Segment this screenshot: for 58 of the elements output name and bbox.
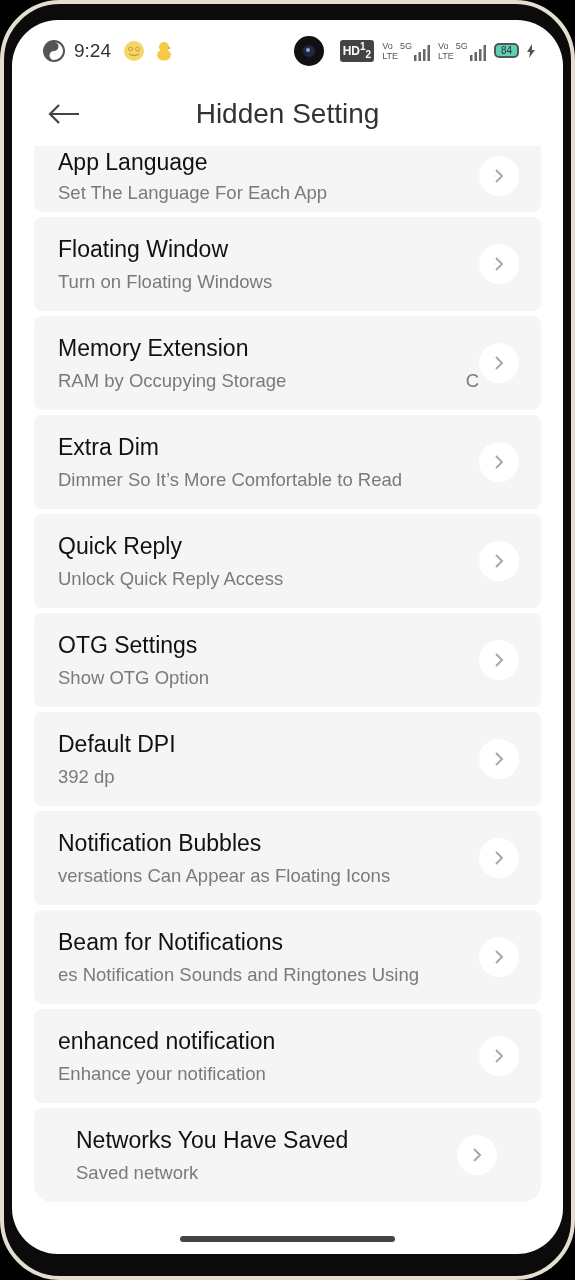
network-label: 5G (455, 41, 468, 51)
setting-description: Unlock Quick Reply Access (58, 567, 284, 590)
signal-icon (414, 45, 430, 61)
setting-title: OTG Settings (58, 631, 199, 659)
setting-description: C (465, 369, 479, 392)
setting-description: es Notification Sounds and Ringtones Using (58, 963, 419, 986)
battery-level: 84 (493, 43, 519, 59)
setting-description: Show OTG Option (58, 666, 210, 689)
setting-title: Quick Reply (58, 532, 183, 560)
setting-title: App Language (58, 148, 209, 176)
setting-description: Enhance your notification (58, 1062, 266, 1085)
setting-title: Networks You Have Saved (76, 1126, 350, 1154)
volte-label: Vo LTE (382, 41, 398, 61)
setting-item[interactable]: Floating Window Turn on Floating Windows (34, 217, 541, 311)
setting-description: Dimmer So It’s More Comfortable to Read (58, 468, 403, 491)
setting-description: 392 dp (58, 765, 115, 788)
setting-item[interactable]: Beam for Notifications es Notification Sounds and Ringtones Using (34, 910, 541, 1004)
network-label: 5G (400, 41, 412, 51)
chevron-icon (479, 1036, 519, 1076)
setting-item[interactable]: Memory Extension RAM by Occupying Storage C (34, 316, 541, 410)
back-arrow-icon[interactable] (48, 104, 80, 124)
chevron-icon (479, 156, 519, 196)
setting-title: enhanced notification (58, 1027, 277, 1055)
setting-title: Default DPI (58, 730, 177, 758)
setting-item[interactable]: Notification Bubbles versations Can Appear as Floating Icons (34, 811, 541, 905)
setting-description: versations Can Appear as Floating Icons (58, 864, 391, 887)
chevron-icon (479, 244, 519, 284)
chevron-icon (479, 838, 519, 878)
camera-icon (293, 36, 324, 66)
setting-title: Floating Window (58, 235, 230, 263)
status-time: 9:24 (74, 40, 111, 62)
setting-item[interactable]: Networks You Have Saved Saved network (34, 1108, 541, 1202)
setting-description: RAM by Occupying Storage (58, 369, 287, 392)
setting-title: Notification Bubbles (58, 829, 263, 857)
chevron-icon (479, 442, 519, 482)
signal-icon (469, 45, 486, 61)
chevron-icon (457, 1135, 497, 1175)
chevron-icon (479, 640, 519, 680)
setting-item[interactable]: Extra Dim Dimmer So It’s More Comfortable to Read (34, 415, 541, 509)
yin-yang-icon (42, 39, 66, 63)
setting-item[interactable]: Default DPI 392 dp (34, 712, 541, 806)
setting-item[interactable]: enhanced notification Enhance your notification (34, 1009, 541, 1103)
setting-item[interactable]: App Language Set The Language For Each App (34, 146, 541, 212)
setting-description: Saved network (76, 1161, 199, 1184)
chevron-icon (479, 343, 519, 383)
setting-title: Beam for Notifications (58, 928, 284, 956)
setting-title: Memory Extension (58, 334, 250, 362)
volte-label: Vo LTE (438, 41, 454, 61)
setting-title: Extra Dim (58, 433, 160, 461)
chevron-icon (479, 739, 519, 779)
setting-item[interactable]: OTG Settings Show OTG Option (34, 613, 541, 707)
setting-item[interactable]: Quick Reply Unlock Quick Reply Access (34, 514, 541, 608)
chevron-icon (479, 541, 519, 581)
chevron-icon (479, 937, 519, 977)
smiley-icon (123, 40, 145, 62)
setting-description: Set The Language For Each App (58, 181, 328, 204)
setting-description: Turn on Floating Windows (58, 270, 273, 293)
page-title: Hidden Setting (195, 98, 380, 130)
